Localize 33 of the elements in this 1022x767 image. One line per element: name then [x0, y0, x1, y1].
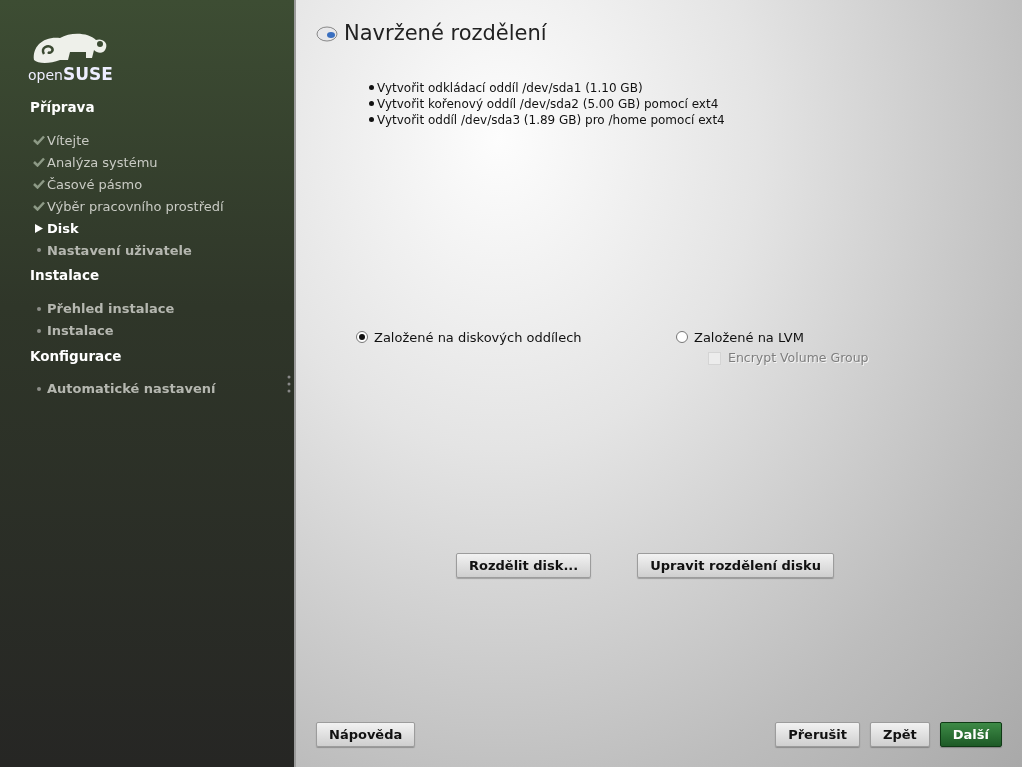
step-label: Přehled instalace — [47, 299, 175, 318]
checkbox-label: Encrypt Volume Group — [728, 349, 869, 367]
bullet-icon — [369, 85, 374, 90]
proposal-item: Vytvořit kořenový oddíl /dev/sda2 (5.00 GB) pomocí ext4 — [377, 95, 719, 112]
step-label: Výběr pracovního prostředí — [47, 197, 224, 216]
bullet-icon — [369, 117, 374, 122]
footer-button[interactable]: Zpět — [870, 722, 930, 747]
next-button[interactable]: Další — [939, 722, 1002, 747]
proposal-item: Vytvořit oddíl /dev/sda3 (1.89 GB) pro /home pomocí ext4 — [377, 111, 725, 128]
radio-button[interactable] — [676, 331, 688, 344]
action-button[interactable]: Upravit rozdělení disku — [637, 552, 834, 578]
action-button[interactable]: Rozdělit disk... — [456, 552, 592, 578]
section-heading: Příprava — [30, 98, 96, 117]
step-label: Nastavení uživatele — [47, 241, 192, 260]
step-label: Disk — [47, 219, 79, 238]
step-label: Časové pásmo — [47, 175, 143, 194]
logo-text: openSUSE — [28, 66, 113, 83]
step-label: Analýza systému — [47, 153, 158, 172]
option-label: Založené na diskových oddílech — [374, 328, 582, 347]
disk-icon — [316, 25, 338, 42]
page-title: Navržené rozdělení — [344, 20, 547, 47]
section-heading: Konfigurace — [30, 346, 123, 366]
help-button[interactable]: Nápověda — [316, 722, 416, 747]
resize-grip-icon — [287, 375, 291, 393]
bullet-icon — [369, 101, 374, 106]
step-label: Instalace — [47, 321, 114, 340]
step-label: Vítejte — [47, 131, 90, 150]
footer-button[interactable]: Přerušit — [775, 722, 860, 747]
section-heading: Instalace — [30, 266, 101, 286]
step-label: Automatické nastavení — [47, 380, 216, 398]
proposal-item: Vytvořit odkládací oddíl /dev/sda1 (1.10 GB) — [377, 79, 643, 96]
option-label: Založené na LVM — [694, 328, 804, 347]
radio-button[interactable] — [356, 331, 368, 344]
